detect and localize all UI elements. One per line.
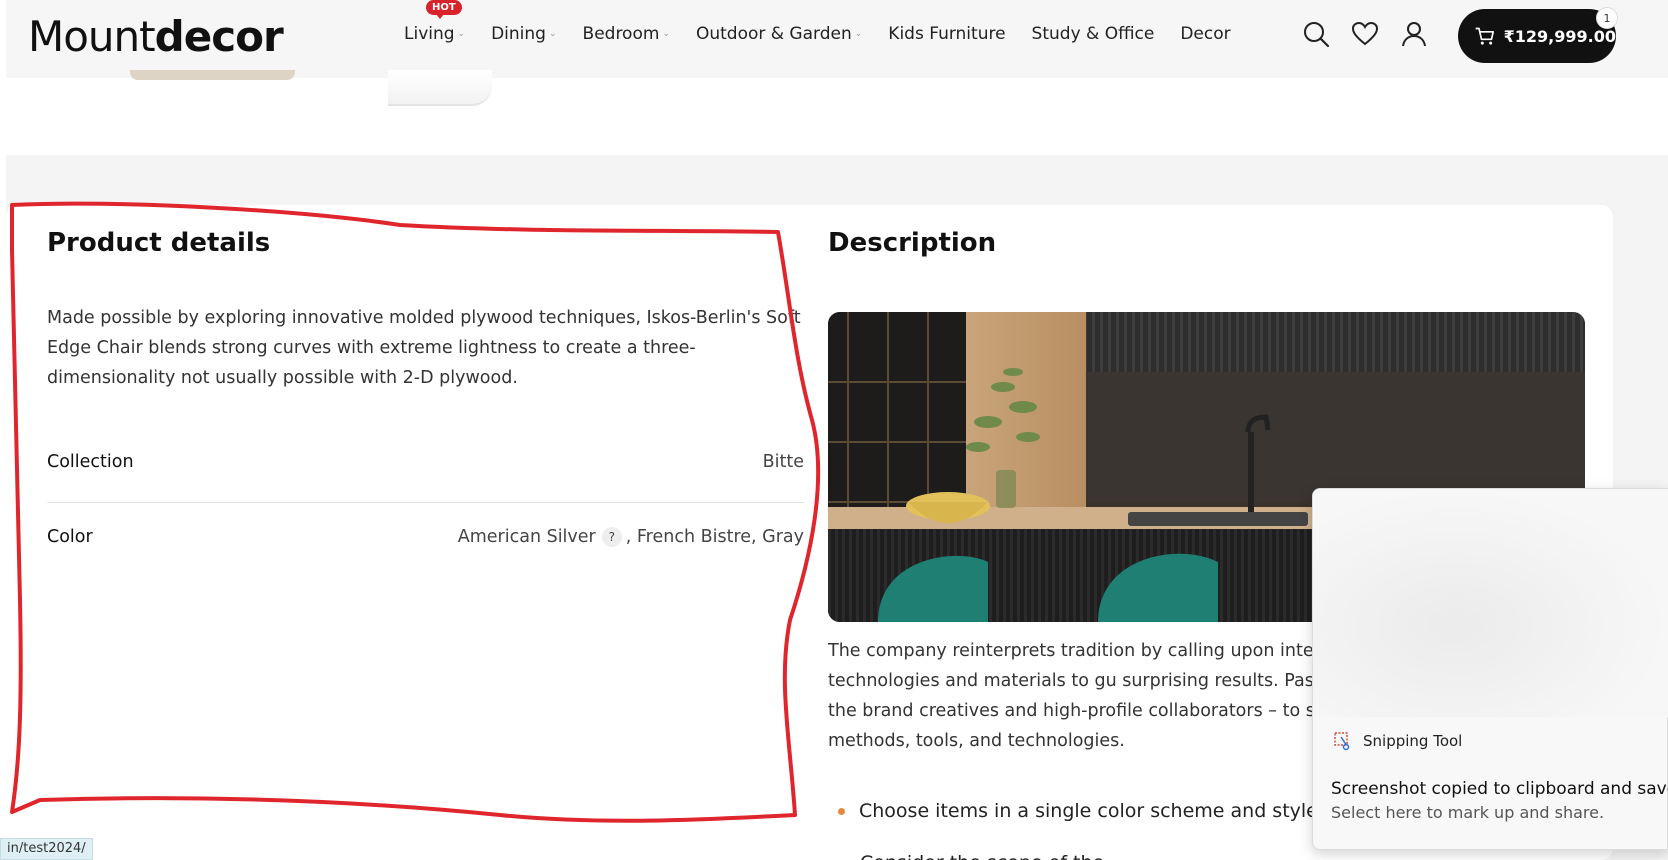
attribute-label: Collection [47,452,134,472]
chevron-down-icon: ⌄ [548,29,557,39]
bullet-text: Choose items in a single color scheme an… [859,800,1318,822]
nav-item-outdoor-garden[interactable]: Outdoor & Garden ⌄ [696,24,862,44]
nav-item-bedroom[interactable]: Bedroom ⌄ [583,24,670,44]
nav-item-kids-furniture[interactable]: Kids Furniture [888,24,1005,44]
toast-app-label: Snipping Tool [1363,732,1463,750]
nav-label: Outdoor & Garden [695,24,852,44]
attribute-value: American Silver ? , French Bistre, Gray [458,527,804,547]
attribute-row-collection: Collection Bitte [47,452,804,472]
chevron-down-icon: ⌄ [662,29,670,39]
cart-count-badge: 1 [1596,7,1618,29]
status-bar-url: in/test2024/ [0,838,93,860]
user-icon[interactable] [1400,20,1428,48]
nav-label: Study & Office [1031,24,1155,44]
screenshot-preview[interactable] [1313,489,1668,717]
toast-title: Screenshot copied to clipboard and saved [1331,779,1668,799]
hot-badge: HOT [426,0,462,19]
product-details-text: Made possible by exploring innovative mo… [47,308,801,388]
attribute-divider [47,502,804,503]
main-nav: HOT Living ⌄ Dining ⌄ Bedroom ⌄ Outdoor & G… [404,0,1257,44]
description-bullet: Consider the scope of the [860,852,1104,860]
description-bullet: Choose items in a single color scheme an… [838,800,1318,822]
bullet-dot-icon [838,807,845,815]
logo-text-mount: Mount [28,12,156,61]
color-values-rest: , French Bistre, Gray [625,527,804,547]
toast-app-name: Snipping Tool [1333,731,1462,751]
nav-label: Decor [1180,24,1231,44]
nav-label: Dining [491,24,546,44]
nav-label: Kids Furniture [888,24,1006,44]
chevron-down-icon: ⌄ [457,29,466,39]
site-header: Mountdecor HOT Living ⌄ Dining ⌄ Bedroom ⌄ … [6,0,1668,78]
heart-icon[interactable] [1351,20,1379,48]
nav-item-dining[interactable]: Dining ⌄ [491,24,556,44]
snipping-tool-notification[interactable]: Snipping Tool Screenshot copied to clipb… [1312,488,1668,850]
gallery-thumbnail[interactable] [130,70,295,80]
help-icon[interactable]: ? [601,527,622,547]
attribute-label: Color [47,527,93,547]
cart-icon [1475,27,1494,45]
toast-subtitle: Select here to mark up and share. [1331,803,1605,822]
cart-total: ₹129,999.00 [1503,26,1616,46]
nav-item-living[interactable]: HOT Living ⌄ [404,0,466,44]
color-value-american-silver[interactable]: American Silver [458,527,596,547]
site-logo[interactable]: Mountdecor [28,12,284,61]
description-title: Description [828,228,997,258]
cart-button[interactable]: ₹129,999.00 1 [1458,7,1618,63]
nav-label: Bedroom [582,24,660,44]
nav-item-study-office[interactable]: Study & Office [1032,24,1155,44]
logo-text-decor: decor [154,12,284,61]
nav-item-decor[interactable]: Decor [1180,24,1230,44]
nav-label: Living [404,24,455,44]
attribute-value: Bitte [762,452,804,472]
snipping-tool-icon [1334,732,1350,751]
chevron-down-icon: ⌄ [854,29,863,39]
attribute-row-color: Color American Silver ? , French Bistre,… [47,527,804,547]
search-icon[interactable] [1302,20,1330,48]
gallery-thumbnail[interactable] [388,70,492,106]
product-details-title: Product details [47,228,271,258]
